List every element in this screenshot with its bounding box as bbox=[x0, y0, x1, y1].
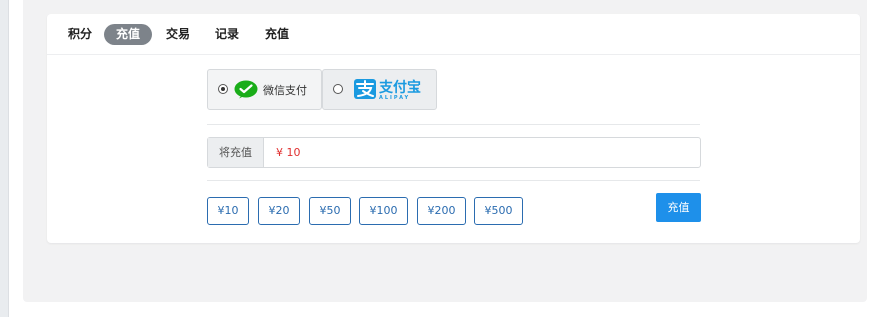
tab-bar: 积分 充值 交易 记录 充值 bbox=[47, 14, 860, 55]
alipay-radio[interactable] bbox=[333, 84, 343, 94]
left-edge bbox=[8, 0, 9, 317]
tab-recharge[interactable]: 充值 bbox=[104, 24, 152, 45]
left-strip bbox=[0, 0, 8, 317]
amount-input-group: 将充值 ¥ 10 bbox=[207, 137, 701, 168]
divider-top bbox=[207, 124, 700, 125]
preset-50-button[interactable]: ¥50 bbox=[309, 197, 351, 225]
wechat-pay-label: 微信支付 bbox=[263, 84, 307, 97]
preset-200-button[interactable]: ¥200 bbox=[417, 197, 466, 225]
preset-500-button[interactable]: ¥500 bbox=[474, 197, 523, 225]
amount-prefix-label: 将充值 bbox=[208, 138, 264, 167]
preset-10-button[interactable]: ¥10 bbox=[207, 197, 249, 225]
tab-recharge-2[interactable]: 充值 bbox=[263, 24, 291, 45]
radio-selected-dot bbox=[221, 87, 225, 91]
tab-trade[interactable]: 交易 bbox=[163, 24, 193, 45]
tab-records[interactable]: 记录 bbox=[213, 24, 241, 45]
recharge-card: 积分 充值 交易 记录 充值 微信支付 支付宝 ALIPAY 将充值 ¥ 10 … bbox=[47, 14, 860, 243]
amount-value-field[interactable]: ¥ 10 bbox=[276, 138, 301, 167]
alipay-brand-subtext: ALIPAY bbox=[379, 95, 411, 101]
wechat-radio[interactable] bbox=[218, 84, 228, 94]
alipay-icon bbox=[354, 79, 376, 99]
alipay-option[interactable]: 支付宝 ALIPAY bbox=[322, 69, 437, 110]
alipay-brand-text: 支付宝 bbox=[379, 80, 421, 96]
tab-points[interactable]: 积分 bbox=[66, 24, 94, 45]
recharge-submit-button[interactable]: 充值 bbox=[656, 193, 701, 222]
divider-bottom bbox=[207, 180, 700, 181]
wechat-pay-option[interactable]: 微信支付 bbox=[207, 69, 322, 110]
wechat-pay-icon bbox=[234, 80, 258, 99]
preset-100-button[interactable]: ¥100 bbox=[359, 197, 408, 225]
preset-20-button[interactable]: ¥20 bbox=[258, 197, 300, 225]
